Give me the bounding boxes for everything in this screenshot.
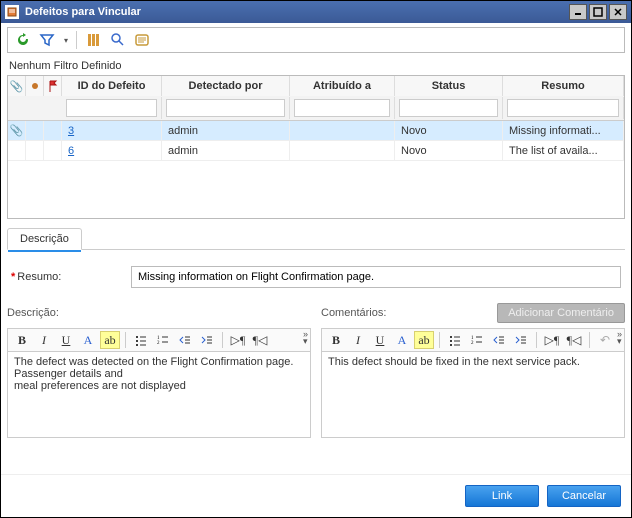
refresh-icon[interactable] (14, 31, 32, 49)
find-icon[interactable] (109, 31, 127, 49)
col-header-status[interactable]: Status (395, 76, 503, 96)
col-attachment-icon[interactable]: 📎 (8, 76, 26, 96)
comments-panel-title: Comentários: (321, 307, 386, 319)
number-list-icon[interactable]: 12 (153, 331, 173, 349)
underline-icon[interactable]: U (56, 331, 76, 349)
maximize-button[interactable] (589, 4, 607, 20)
cell-link (26, 141, 44, 160)
description-rich-toolbar: B I U A ab 12 ▷¶ ¶◁ »▾ (7, 328, 311, 352)
bullet-list-icon[interactable] (445, 331, 465, 349)
font-color-icon[interactable]: A (392, 331, 412, 349)
defects-grid: 📎 ID do Defeito Detectado por Atribuído … (7, 75, 625, 219)
filter-assigned-input[interactable] (294, 99, 390, 117)
tab-description[interactable]: Descrição (7, 228, 82, 250)
cell-status: Novo (395, 121, 503, 140)
description-body[interactable]: The defect was detected on the Flight Co… (7, 352, 311, 438)
filter-status-input[interactable] (399, 99, 498, 117)
details-icon[interactable] (133, 31, 151, 49)
toolbar-more-icon[interactable]: »▾ (617, 331, 622, 345)
cell-flag (44, 121, 62, 140)
cell-attachment (8, 141, 26, 160)
cell-summary: Missing informati... (503, 121, 624, 140)
summary-input[interactable] (131, 266, 621, 288)
separator (76, 31, 77, 49)
comments-rich-toolbar: B I U A ab 12 ▷¶ ¶◁ ↶ »▾ (321, 328, 625, 352)
highlight-icon[interactable]: ab (100, 331, 120, 349)
filter-icon[interactable] (38, 31, 56, 49)
main-toolbar: ▾ (7, 27, 625, 53)
window-title: Defeitos para Vincular (25, 6, 141, 18)
svg-text:2: 2 (157, 341, 160, 346)
minimize-button[interactable] (569, 4, 587, 20)
filter-detected-input[interactable] (166, 99, 285, 117)
undo-icon[interactable]: ↶ (595, 331, 615, 349)
cell-summary: The list of availa... (503, 141, 624, 160)
font-color-icon[interactable]: A (78, 331, 98, 349)
col-header-detected[interactable]: Detectado por (162, 76, 290, 96)
col-flag-icon[interactable] (44, 76, 62, 96)
rtl-icon[interactable]: ¶◁ (564, 331, 584, 349)
cell-flag (44, 141, 62, 160)
underline-icon[interactable]: U (370, 331, 390, 349)
rtl-icon[interactable]: ¶◁ (250, 331, 270, 349)
bold-icon[interactable]: B (12, 331, 32, 349)
filter-status-label: Nenhum Filtro Definido (1, 55, 631, 75)
ltr-icon[interactable]: ▷¶ (228, 331, 248, 349)
filter-summary-input[interactable] (507, 99, 619, 117)
indent-icon[interactable] (511, 331, 531, 349)
col-header-assigned[interactable]: Atribuído a (290, 76, 395, 96)
table-row[interactable]: 6 admin NovoThe list of availa... (8, 141, 624, 161)
table-row[interactable]: 📎 3 admin NovoMissing informati... (8, 121, 624, 141)
filter-id-input[interactable] (66, 99, 157, 117)
cell-status: Novo (395, 141, 503, 160)
cell-attachment: 📎 (8, 121, 26, 140)
add-comment-button: Adicionar Comentário (497, 303, 625, 323)
outdent-icon[interactable] (175, 331, 195, 349)
filter-dropdown-icon[interactable]: ▾ (64, 36, 68, 45)
col-header-id[interactable]: ID do Defeito (62, 76, 162, 96)
col-header-summary[interactable]: Resumo (503, 76, 624, 96)
cell-detected: admin (162, 141, 290, 160)
cell-assigned (290, 141, 395, 160)
ltr-icon[interactable]: ▷¶ (542, 331, 562, 349)
link-button[interactable]: Link (465, 485, 539, 507)
description-panel-title: Descrição: (7, 307, 59, 319)
comments-body[interactable]: This defect should be fixed in the next … (321, 352, 625, 438)
cell-id[interactable]: 6 (68, 145, 74, 157)
toolbar-more-icon[interactable]: »▾ (303, 331, 308, 345)
app-icon (5, 5, 19, 19)
highlight-icon[interactable]: ab (414, 331, 434, 349)
cell-detected: admin (162, 121, 290, 140)
bold-icon[interactable]: B (326, 331, 346, 349)
italic-icon[interactable]: I (348, 331, 368, 349)
outdent-icon[interactable] (489, 331, 509, 349)
number-list-icon[interactable]: 12 (467, 331, 487, 349)
summary-label: *Resumo: (11, 271, 121, 283)
columns-icon[interactable] (85, 31, 103, 49)
cell-id[interactable]: 3 (68, 125, 74, 137)
indent-icon[interactable] (197, 331, 217, 349)
close-button[interactable] (609, 4, 627, 20)
cancel-button[interactable]: Cancelar (547, 485, 621, 507)
svg-text:2: 2 (471, 341, 474, 346)
cell-link (26, 121, 44, 140)
bullet-list-icon[interactable] (131, 331, 151, 349)
col-link-icon[interactable] (26, 76, 44, 96)
italic-icon[interactable]: I (34, 331, 54, 349)
cell-assigned (290, 121, 395, 140)
